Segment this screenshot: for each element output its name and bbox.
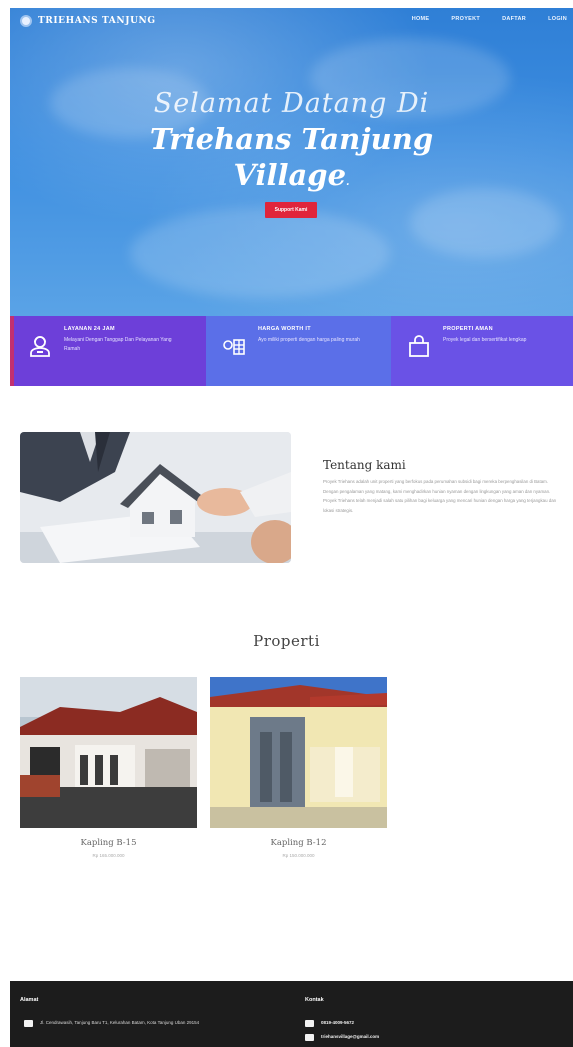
house-photo — [20, 677, 197, 828]
feature-24h-service: LAYANAN 24 JAM Melayani Dengan Tanggap D… — [10, 316, 206, 386]
brand[interactable]: TRIEHANS TANJUNG — [20, 15, 156, 27]
feature-text: LAYANAN 24 JAM Melayani Dengan Tanggap D… — [64, 326, 184, 354]
footer: Alamat Jl. Cendrawasih, Tanjung Baru T1,… — [10, 981, 573, 1047]
phone-icon — [305, 1020, 314, 1027]
footer-address: Jl. Cendrawasih, Tanjung Baru T1, Kelura… — [24, 1019, 274, 1027]
hero-section: TRIEHANS TANJUNG HOME PROYEKT DAFTAR LOG… — [10, 8, 573, 316]
hero-heading-dot: . — [346, 177, 350, 188]
about-title: Tentang kami — [323, 458, 406, 472]
feature-title: PROPERTI AMAN — [443, 326, 493, 332]
feature-desc: Proyek legal dan bersertifikat lengkap — [443, 337, 527, 343]
property-price: Rp 150.000.000 — [282, 853, 315, 858]
nav-login[interactable]: LOGIN — [548, 16, 567, 22]
user-service-icon — [30, 336, 50, 357]
hero-heading: Triehans Tanjung Village. — [10, 121, 573, 201]
nav-proyekt[interactable]: PROYEKT — [451, 16, 480, 22]
feature-title: LAYANAN 24 JAM — [64, 326, 115, 332]
property-name: Kapling B-12 — [270, 838, 327, 848]
footer-address-text: Jl. Cendrawasih, Tanjung Baru T1, Kelura… — [40, 1020, 200, 1025]
house-photo — [210, 677, 387, 828]
feature-safe-property: PROPERTI AMAN Proyek legal dan bersertif… — [391, 316, 573, 386]
nav-home[interactable]: HOME — [412, 16, 430, 22]
shopping-bag-icon — [409, 335, 429, 357]
property-price: Rp 165.000.000 — [92, 853, 125, 858]
properti-title: Properti — [253, 632, 320, 650]
feature-worth-price: HARGA WORTH IT Ayo miliki properti denga… — [206, 316, 391, 386]
hero-cloud — [130, 208, 390, 298]
feature-desc: Ayo miliki properti dengan harga paling … — [258, 337, 360, 343]
feature-text: PROPERTI AMAN Proyek legal dan bersertif… — [443, 326, 563, 345]
footer-email[interactable]: triehansvillage@gmail.com — [305, 1033, 379, 1041]
hero-greeting: Selamat Datang Di — [153, 88, 430, 119]
logo-icon — [20, 15, 32, 27]
property-card[interactable]: Kapling B-12 Rp 150.000.000 — [210, 677, 387, 858]
nav-links: HOME PROYEKT DAFTAR LOGIN — [390, 16, 567, 22]
feature-desc: Melayani Dengan Tanggap Dan Pelayanan Ya… — [64, 337, 172, 352]
about-image — [20, 432, 291, 563]
feature-title: HARGA WORTH IT — [258, 326, 311, 332]
property-card[interactable]: Kapling B-15 Rp 165.000.000 — [20, 677, 197, 858]
footer-contact-heading: Kontak — [305, 997, 324, 1003]
feature-text: HARGA WORTH IT Ayo miliki properti denga… — [258, 326, 378, 345]
property-image — [210, 677, 387, 828]
hero-heading-village: Village — [233, 158, 347, 192]
footer-address-heading: Alamat — [20, 997, 39, 1003]
support-button[interactable]: Support Kami — [265, 202, 317, 218]
mail-icon — [305, 1034, 314, 1041]
property-image — [20, 677, 197, 828]
house-model-illustration — [20, 432, 291, 563]
footer-email-text: triehansvillage@gmail.com — [321, 1034, 380, 1039]
features-band: LAYANAN 24 JAM Melayani Dengan Tanggap D… — [10, 316, 573, 386]
navbar: TRIEHANS TANJUNG HOME PROYEKT DAFTAR LOG… — [10, 8, 573, 34]
about-body: Proyek Triehans adalah unit properti yan… — [323, 479, 557, 513]
footer-phone-text: 0819-4009-5672 — [321, 1020, 355, 1025]
brand-name: TRIEHANS TANJUNG — [38, 16, 156, 26]
nav-daftar[interactable]: DAFTAR — [502, 16, 526, 22]
hero-heading-line1: Triehans Tanjung — [149, 122, 434, 156]
chat-icon — [24, 1020, 33, 1027]
price-tag-icon — [223, 339, 245, 355]
hero-heading-line2: Village. — [10, 157, 573, 201]
footer-phone[interactable]: 0819-4009-5672 — [305, 1019, 354, 1027]
property-name: Kapling B-15 — [80, 838, 137, 848]
